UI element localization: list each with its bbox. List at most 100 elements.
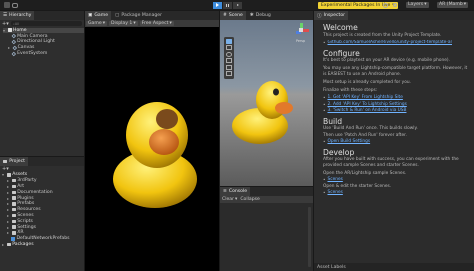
collapse-button[interactable]: Collapse [240, 197, 260, 202]
folder-label: Art [17, 183, 25, 189]
scenes-link-1[interactable]: Scenes [327, 177, 342, 182]
tab-label: Console [228, 189, 248, 194]
collapse-label: Collapse [240, 197, 260, 202]
packages-label: Packages [12, 241, 34, 247]
bullet-icon: • [323, 108, 326, 113]
folder-list: ▸ 3rdParty ▸ Art ▸ Documentation ▸ Plugins ▸ Pref… [2, 178, 84, 236]
welcome-link[interactable]: Github.com/SamuelAsherRivello/unity-proj… [327, 40, 452, 45]
display-label: Display 1 [111, 21, 133, 26]
item-label: Directional Light [17, 39, 55, 45]
account-icon[interactable] [4, 2, 10, 8]
step-link-2[interactable]: 2. Add 'API Key' To Lightship Settings [327, 102, 406, 107]
search-icon[interactable] [393, 2, 397, 7]
layers-dropdown[interactable]: Layers ▾ [406, 2, 429, 8]
folder-label: Prefabs [17, 201, 35, 207]
step-link-1[interactable]: 1. Get 'API Key' From Lightship Site [327, 95, 402, 100]
play-button[interactable] [213, 1, 222, 9]
item-label: Main Camera [17, 33, 48, 39]
asset-labels-label: Asset Labels [317, 264, 346, 270]
folder-label: Settings [17, 224, 37, 230]
tab-hierarchy[interactable]: ☰ Hierarchy [0, 11, 35, 20]
layout-label: AR (Mamb [439, 2, 463, 8]
play-controls [213, 1, 242, 9]
tab-scene[interactable]: # Scene [220, 11, 246, 20]
tab-console[interactable]: ≡ Console [220, 187, 251, 196]
display-dropdown[interactable]: Display 1 ▾ [109, 20, 138, 27]
tab-package-manager[interactable]: ▢ Package Manager [112, 11, 165, 20]
step-link-3[interactable]: 3. 'Switch & Run' on Android via USB [327, 108, 406, 113]
console-tabbar: ≡ Console [220, 187, 313, 196]
move-tool-icon[interactable] [226, 45, 232, 50]
chevron-right-icon: ▸ [7, 178, 10, 184]
step-icon [236, 4, 239, 6]
scene-viewport[interactable]: Persp [220, 20, 313, 186]
asset-labels-footer[interactable]: Asset Labels [314, 263, 474, 271]
hand-tool-icon[interactable] [226, 38, 232, 44]
history-icon[interactable] [383, 2, 388, 8]
tab-label: Hierarchy [9, 13, 32, 18]
list-icon: ☰ [3, 13, 8, 18]
layout-dropdown[interactable]: AR (Mamb ▾ [437, 2, 469, 8]
configure-text-1: It's best to playtest on your AR device … [323, 58, 450, 63]
rotate-tool-icon[interactable] [226, 51, 232, 57]
console-scrollbar[interactable] [308, 207, 311, 267]
chevron-right-icon: ▸ [7, 224, 10, 230]
folder-label: Documentation [17, 189, 53, 195]
top-toolbar: Experimental Packages In Use ▾ Layers ▾ A… [0, 0, 474, 10]
chevron-right-icon: ▸ [7, 195, 10, 201]
build-settings-link[interactable]: Open Build Settings [327, 139, 370, 144]
step-button[interactable] [233, 1, 242, 9]
folder-icon [6, 242, 11, 247]
add-icon[interactable]: +▾ [2, 166, 9, 172]
chevron-right-icon: ▸ [7, 207, 10, 213]
configure-text-2: You may use any Lightship-compatible tar… [323, 66, 468, 77]
packages-row[interactable]: ▸ Packages [2, 242, 84, 248]
chevron-down-icon: ▾ [2, 172, 5, 178]
build-link-row: • Open Build Settings [323, 139, 468, 144]
step-link-row: • 2. Add 'API Key' To Lightship Settings [323, 102, 468, 107]
rect-tool-icon[interactable] [226, 64, 232, 70]
hierarchy-panel: ☰ Hierarchy +▾ ⌕ All ▾ Home Main Camera D… [0, 11, 84, 156]
pause-button[interactable] [223, 1, 232, 9]
scene-panel: # Scene ✱ Debug Persp [220, 11, 313, 186]
unity-scene-icon [7, 28, 12, 33]
welcome-text: This project is created from the Unity P… [323, 33, 442, 38]
tab-label: Scene [228, 13, 243, 18]
chevron-right-icon: ▸ [2, 241, 5, 247]
tab-inspector[interactable]: ⓘ Inspector [314, 11, 349, 20]
folder-icon [11, 219, 16, 223]
hierarchy-tree: ▾ Home Main Camera Directional Light ▸ Ca… [0, 27, 84, 57]
tab-project[interactable]: Project [0, 157, 28, 166]
folder-label: Scenes [17, 212, 34, 218]
project-tree: ▾ Assets ▸ 3rdParty ▸ Art ▸ Documentation ▸ Plu… [0, 172, 84, 247]
prefab-icon [11, 236, 15, 241]
folder-icon [11, 184, 16, 189]
gameobject-icon [11, 39, 16, 45]
tree-item[interactable]: EventSystem [3, 51, 84, 57]
scene-tools-strip [224, 37, 234, 79]
hierarchy-toolbar: +▾ ⌕ All [0, 21, 84, 27]
chevron-down-icon: ▾ [3, 27, 6, 33]
scene-duck[interactable] [230, 76, 296, 148]
bullet-icon: • [323, 177, 326, 182]
scenes-link-2[interactable]: Scenes [327, 190, 342, 195]
game-mode-dropdown[interactable]: Game ▾ [86, 20, 107, 27]
welcome-title: Welcome [323, 23, 358, 32]
persp-label[interactable]: Persp [296, 39, 305, 43]
assets-label: Assets [12, 172, 28, 178]
scene-gizmo[interactable] [294, 22, 310, 38]
tab-debug[interactable]: ✱ Debug [247, 11, 274, 20]
cloud-icon[interactable] [12, 2, 18, 8]
folder-icon [11, 213, 16, 218]
tab-game[interactable]: ▣ Game [85, 11, 112, 20]
aspect-dropdown[interactable]: Free Aspect ▾ [139, 20, 174, 27]
chevron-right-icon: ▸ [7, 189, 10, 195]
folder-icon [11, 207, 16, 212]
hierarchy-search-input[interactable]: ⌕ All [10, 21, 82, 26]
scene-tabbar: # Scene ✱ Debug [220, 11, 313, 20]
clear-button[interactable]: Clear ▾ [222, 197, 237, 202]
add-icon[interactable]: +▾ [2, 21, 9, 27]
tab-label: Package Manager [121, 13, 163, 18]
step-link-row: • 3. 'Switch & Run' on Android via USB [323, 108, 468, 113]
scale-tool-icon[interactable] [226, 58, 232, 63]
